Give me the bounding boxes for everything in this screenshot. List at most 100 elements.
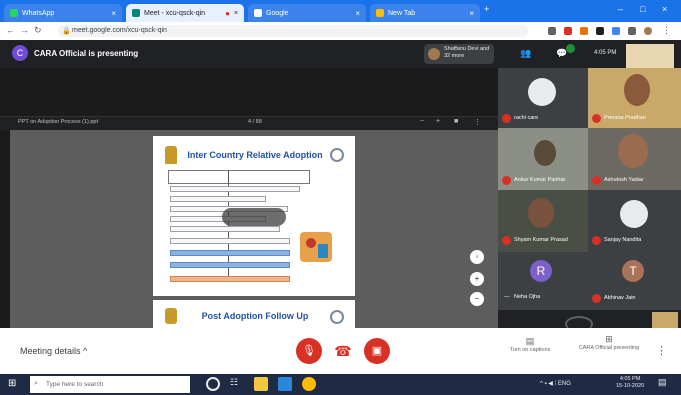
family-illustration bbox=[306, 238, 316, 248]
recording-icon: ● bbox=[225, 8, 230, 18]
participant-tile[interactable]: Ashutosh Yadav bbox=[588, 128, 681, 190]
participant-tile[interactable]: Ankur Kumar Parihar bbox=[498, 128, 588, 190]
participant-tile[interactable]: T Abhinav Jain bbox=[588, 252, 681, 310]
back-icon[interactable]: ← bbox=[6, 25, 15, 35]
flow-step bbox=[170, 250, 290, 256]
maximize-icon[interactable]: □ bbox=[640, 4, 645, 14]
windows-start-icon[interactable]: ⊞ bbox=[8, 378, 20, 390]
more-icon[interactable]: ⋮ bbox=[474, 118, 481, 126]
presenting-label: CARA Official is presenting bbox=[34, 49, 139, 58]
presenting-button[interactable]: ⊞ CARA Official presenting bbox=[578, 334, 640, 351]
profile-avatar[interactable] bbox=[644, 27, 652, 35]
close-icon[interactable]: × bbox=[469, 9, 474, 18]
avatar: C bbox=[12, 45, 28, 61]
reload-icon[interactable]: ↻ bbox=[34, 25, 42, 36]
extension-icon[interactable] bbox=[596, 27, 604, 35]
clock: 4:05 PM bbox=[594, 50, 617, 56]
seal-icon bbox=[330, 148, 344, 162]
tray-icons[interactable]: ^ ▪ ◀ ⁞ ENG bbox=[540, 380, 571, 387]
extension-icon[interactable] bbox=[580, 27, 588, 35]
tab-whatsapp[interactable]: WhatsApp × bbox=[4, 4, 122, 22]
captions-button[interactable]: ▤ Turn on captions bbox=[500, 336, 560, 353]
flow-step bbox=[170, 196, 266, 202]
fit-page-icon[interactable]: ◦ bbox=[470, 250, 484, 264]
avatar bbox=[534, 140, 556, 166]
meeting-details-button[interactable]: Meeting details ^ bbox=[20, 346, 87, 356]
slide-intro-box bbox=[168, 170, 310, 184]
extension-icon[interactable] bbox=[564, 27, 572, 35]
extension-icon[interactable] bbox=[628, 27, 636, 35]
participant-tile[interactable]: Sanjay Nandita bbox=[588, 190, 681, 252]
minimize-icon[interactable]: – bbox=[618, 4, 623, 14]
mic-off-icon bbox=[592, 294, 601, 303]
flow-step bbox=[170, 238, 290, 244]
page-indicator: 4 / 88 bbox=[248, 119, 262, 125]
close-window-icon[interactable]: × bbox=[662, 4, 667, 14]
participant-tile[interactable]: R — Neha Ojha bbox=[498, 252, 588, 310]
camera-icon[interactable] bbox=[548, 27, 556, 35]
present-screen-icon: ⊞ bbox=[605, 334, 613, 344]
zoom-out-icon[interactable]: − bbox=[470, 292, 484, 306]
more-options-icon[interactable]: ⋮ bbox=[656, 344, 667, 357]
camera-toggle-button[interactable]: ▣ bbox=[364, 338, 390, 364]
participant-tile[interactable]: Prerana Pradhan bbox=[588, 68, 681, 128]
tab-google[interactable]: Google × bbox=[248, 4, 366, 22]
slide-title: Inter Country Relative Adoption bbox=[187, 150, 323, 160]
google-icon bbox=[254, 9, 262, 17]
close-icon[interactable]: × bbox=[355, 9, 360, 18]
url-field[interactable]: meet.google.com/xcu-qsck-qin bbox=[58, 25, 528, 37]
chrome-icon[interactable] bbox=[302, 377, 316, 391]
emblem-icon bbox=[528, 78, 556, 106]
close-icon[interactable]: × bbox=[111, 9, 116, 18]
zoom-out-icon[interactable]: − bbox=[420, 118, 424, 125]
emblem-icon bbox=[620, 200, 648, 228]
avatar: T bbox=[622, 260, 644, 282]
tab-new-tab[interactable]: New Tab × bbox=[370, 4, 480, 22]
mic-icon: — bbox=[504, 294, 510, 300]
emblem-icon bbox=[165, 308, 177, 324]
forward-icon[interactable]: → bbox=[20, 25, 29, 35]
avatar bbox=[528, 198, 554, 228]
emblem-icon bbox=[165, 146, 177, 164]
new-tab-button[interactable]: + bbox=[484, 4, 489, 14]
mic-off-icon: 🎙 bbox=[302, 345, 316, 357]
tab-meet[interactable]: Meet - xcu-qsck-qin ● × bbox=[126, 4, 244, 22]
cortana-icon[interactable] bbox=[206, 377, 220, 391]
whatsapp-icon bbox=[10, 9, 18, 17]
participant-tile[interactable]: Shyam Kumar Prasad bbox=[498, 190, 588, 252]
extension-icon[interactable] bbox=[612, 27, 620, 35]
mic-off-icon bbox=[502, 176, 511, 185]
lock-icon: 🔒 bbox=[62, 28, 71, 35]
people-icon[interactable]: 👥 bbox=[520, 48, 531, 59]
task-view-icon[interactable]: ☷ bbox=[230, 377, 244, 391]
print-icon[interactable]: ■ bbox=[454, 118, 458, 125]
more-icon[interactable]: ⋮ bbox=[662, 25, 671, 36]
chevron-up-icon: ^ bbox=[83, 346, 88, 356]
slide-title: Post Adoption Follow Up bbox=[201, 311, 309, 321]
cursor-overlay bbox=[222, 208, 286, 226]
end-call-button[interactable]: ☎ bbox=[330, 338, 356, 364]
mic-off-icon bbox=[592, 236, 601, 245]
phone-hangup-icon: ☎ bbox=[334, 343, 352, 359]
new-tab-icon bbox=[376, 9, 384, 17]
flow-step bbox=[170, 226, 280, 232]
zoom-in-icon[interactable]: + bbox=[436, 118, 440, 125]
mic-off-icon bbox=[592, 114, 601, 123]
flow-step bbox=[170, 262, 290, 268]
close-icon[interactable]: × bbox=[234, 10, 238, 17]
edge-icon[interactable] bbox=[278, 377, 292, 391]
seal-icon bbox=[330, 310, 344, 324]
mic-off-icon bbox=[502, 114, 511, 123]
participant-tile[interactable]: rachi care bbox=[498, 68, 588, 128]
zoom-in-icon[interactable]: + bbox=[470, 272, 484, 286]
mic-toggle-button[interactable]: 🎙 bbox=[296, 338, 322, 364]
notification-badge bbox=[566, 44, 575, 53]
captions-icon: ▤ bbox=[525, 336, 535, 346]
self-video-thumb bbox=[626, 44, 674, 68]
file-explorer-icon[interactable] bbox=[254, 377, 268, 391]
taskbar-clock[interactable]: 4:05 PM 15-10-2020 bbox=[616, 376, 644, 390]
taskbar-search[interactable]: Type here to search bbox=[30, 376, 190, 393]
mic-off-icon bbox=[502, 236, 511, 245]
avatar bbox=[618, 134, 648, 168]
notification-icon[interactable]: ▤ bbox=[658, 377, 667, 388]
